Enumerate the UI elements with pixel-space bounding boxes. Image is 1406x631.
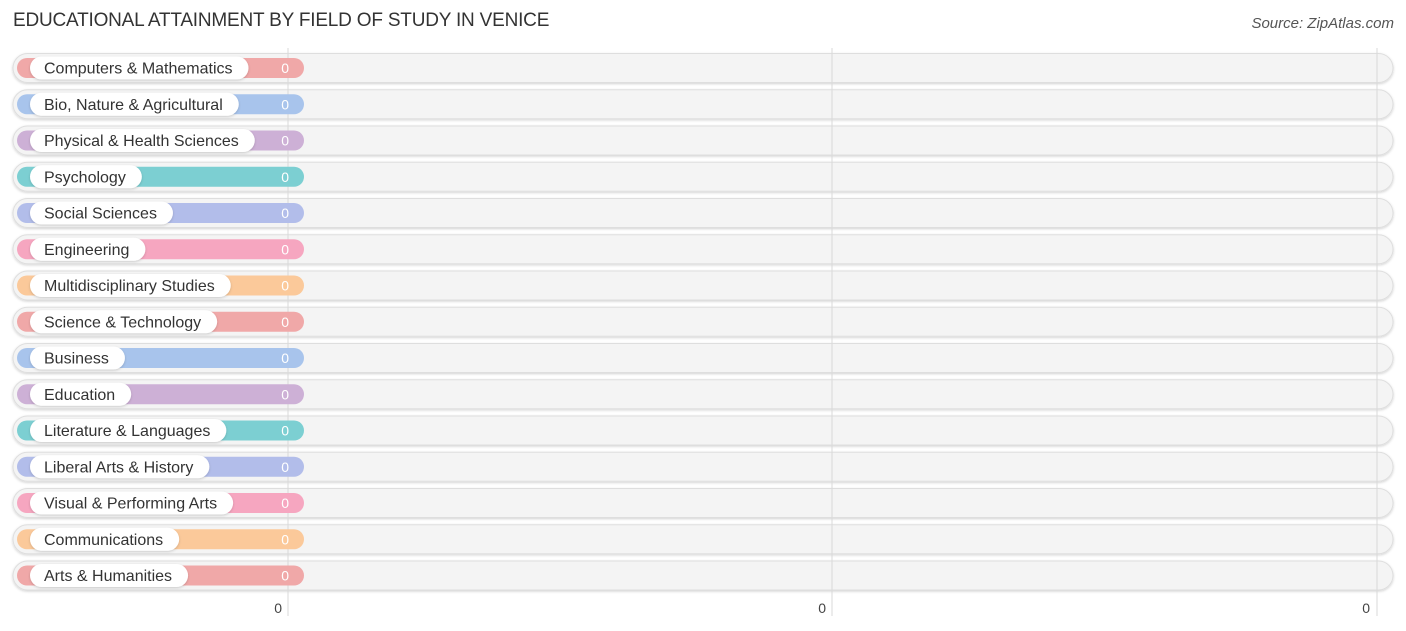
category-label: Business	[44, 351, 109, 368]
category-label: Literature & Languages	[44, 423, 210, 440]
value-label: 0	[281, 386, 289, 402]
x-tick-label: 0	[818, 600, 826, 616]
value-label: 0	[281, 531, 289, 547]
category-label: Liberal Arts & History	[44, 459, 193, 476]
value-label: 0	[281, 205, 289, 221]
category-label: Engineering	[44, 242, 129, 259]
value-label: 0	[281, 169, 289, 185]
category-label: Communications	[44, 532, 163, 549]
category-label: Arts & Humanities	[44, 568, 172, 585]
value-label: 0	[281, 133, 289, 149]
bar-chart: Computers & Mathematics 0 Bio, Nature & Ag…	[12, 48, 1394, 616]
value-label: 0	[281, 350, 289, 366]
category-label: Psychology	[44, 169, 126, 186]
category-label: Social Sciences	[44, 206, 157, 223]
category-label: Bio, Nature & Agricultural	[44, 97, 223, 114]
value-label: 0	[281, 241, 289, 257]
value-label: 0	[281, 96, 289, 112]
value-label: 0	[281, 278, 289, 294]
value-label: 0	[281, 314, 289, 330]
category-label: Computers & Mathematics	[44, 61, 233, 78]
value-label: 0	[281, 568, 289, 584]
value-label: 0	[281, 423, 289, 439]
x-tick-label: 0	[274, 600, 282, 616]
category-label: Education	[44, 387, 115, 404]
value-label: 0	[281, 459, 289, 475]
category-label: Visual & Performing Arts	[44, 496, 217, 513]
value-label: 0	[281, 60, 289, 76]
value-label: 0	[281, 495, 289, 511]
category-label: Science & Technology	[44, 314, 201, 331]
x-tick-label: 0	[1362, 600, 1370, 616]
category-label: Multidisciplinary Studies	[44, 278, 215, 295]
category-label: Physical & Health Sciences	[44, 133, 239, 150]
